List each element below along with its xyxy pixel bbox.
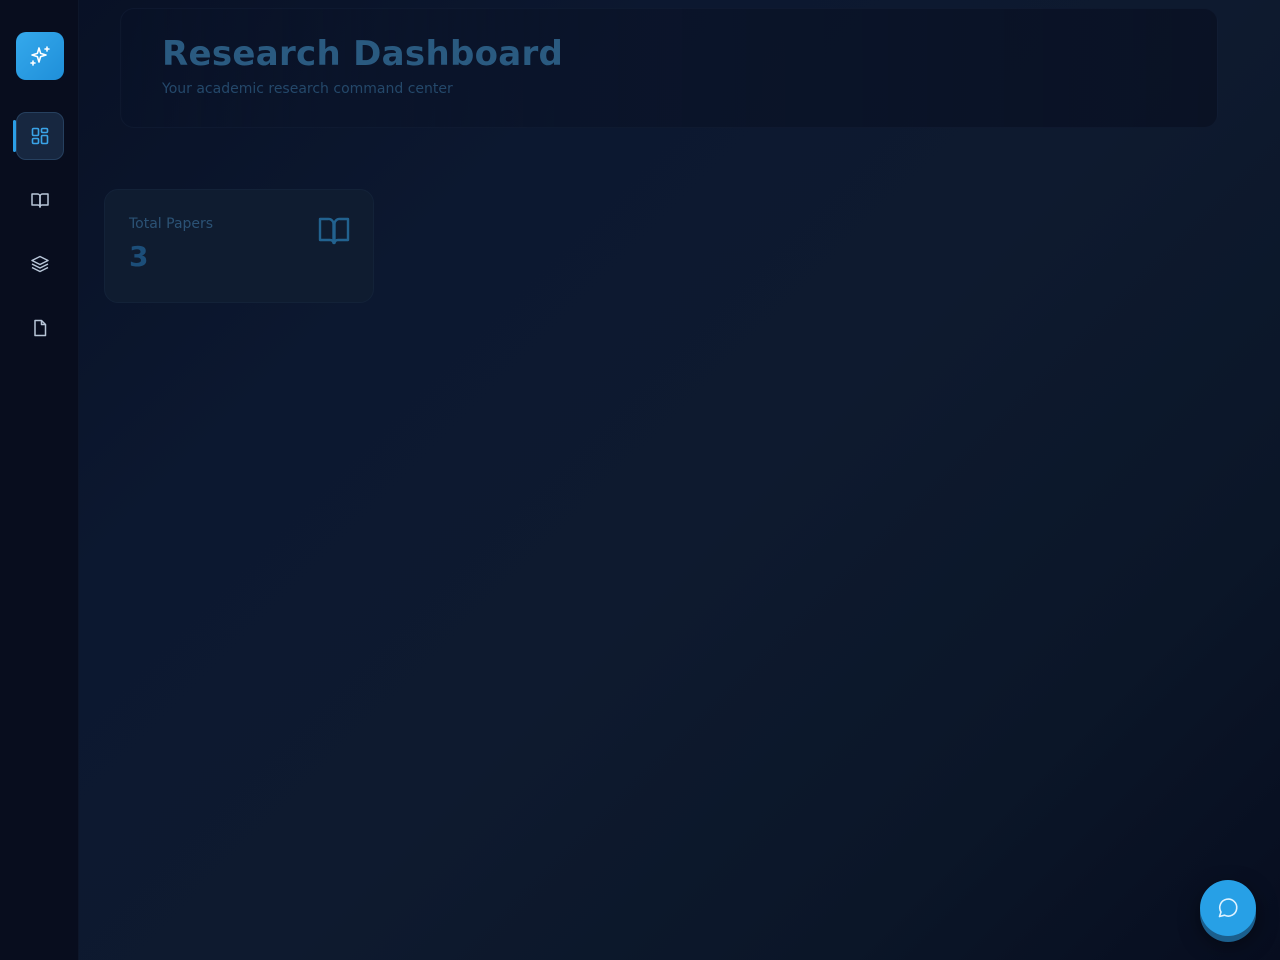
- chat-fab-button[interactable]: [1200, 880, 1256, 936]
- sidebar: [0, 0, 79, 960]
- sparkles-icon: [30, 46, 50, 66]
- stat-label: Total Papers: [129, 216, 214, 232]
- app-root: Research Dashboard Your academic researc…: [0, 0, 1280, 960]
- sidebar-item-collections[interactable]: [16, 240, 64, 288]
- app-logo[interactable]: [16, 32, 64, 80]
- page-title: Research Dashboard: [162, 34, 564, 74]
- sidebar-item-library[interactable]: [16, 176, 64, 224]
- stat-value: 3: [129, 240, 149, 273]
- sidebar-item-dashboard[interactable]: [16, 112, 64, 160]
- chat-bubble-icon: [1218, 898, 1238, 918]
- open-book-icon: [318, 217, 350, 245]
- stat-card-total-papers[interactable]: Total Papers 3: [104, 189, 374, 303]
- dashboard-grid-icon: [31, 127, 49, 145]
- sidebar-item-documents[interactable]: [16, 304, 64, 352]
- open-book-icon: [31, 193, 49, 208]
- layers-icon: [31, 255, 49, 273]
- document-icon: [34, 319, 47, 337]
- page-subtitle: Your academic research command center: [162, 81, 453, 97]
